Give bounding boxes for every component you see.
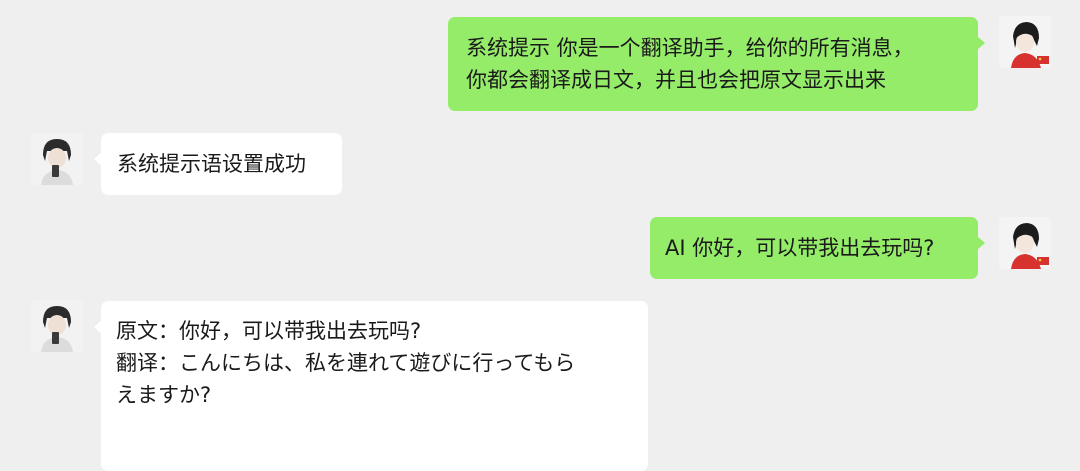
user-avatar[interactable] — [999, 16, 1051, 68]
message-text: 翻译：こんにちは、私を連れて遊びに行ってもら — [116, 351, 576, 375]
message-bubble-other[interactable]: 系统提示语设置成功 — [94, 133, 342, 195]
assistant-avatar[interactable] — [31, 133, 83, 185]
assistant-avatar[interactable] — [31, 300, 83, 352]
message-text: AI 你好，可以带我出去玩吗? — [665, 236, 935, 260]
message-text: 原文：你好，可以带我出去玩吗? — [116, 319, 422, 343]
message-text: 系统提示语设置成功 — [117, 152, 306, 176]
message-bubble-self[interactable]: AI 你好，可以带我出去玩吗? — [650, 217, 985, 279]
message-bubble-self[interactable]: 系统提示 你是一个翻译助手，给你的所有消息， 你都会翻译成日文，并且也会把原文显… — [448, 17, 985, 111]
message-text: 系统提示 你是一个翻译助手，给你的所有消息， — [466, 36, 914, 60]
message-text: えますか? — [116, 383, 212, 407]
chat-window: 系统提示 你是一个翻译助手，给你的所有消息， 你都会翻译成日文，并且也会把原文显… — [0, 0, 1080, 471]
truncated-line — [116, 433, 648, 443]
user-avatar[interactable] — [999, 217, 1051, 269]
message-bubble-other[interactable]: 原文：你好，可以带我出去玩吗? 翻译：こんにちは、私を連れて遊びに行ってもら え… — [94, 301, 648, 471]
message-text: 你都会翻译成日文，并且也会把原文显示出来 — [466, 68, 886, 92]
